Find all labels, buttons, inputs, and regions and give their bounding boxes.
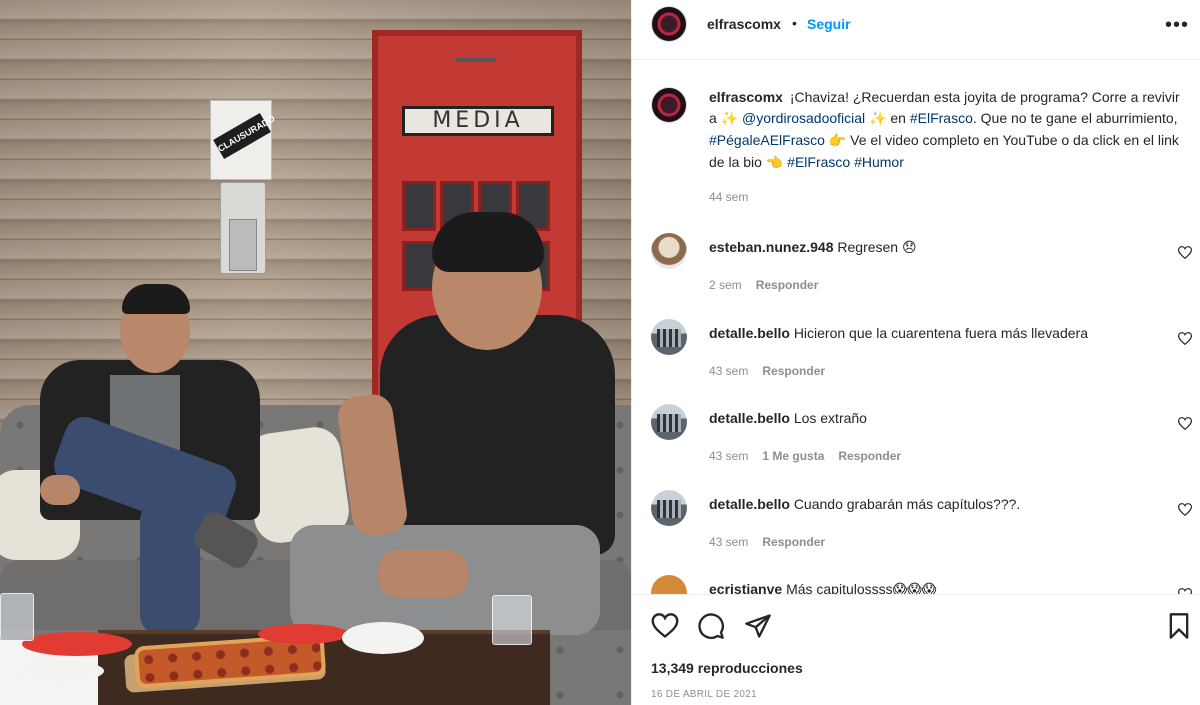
hashtag-link[interactable]: #Humor	[854, 154, 904, 170]
comment-item: detalle.bello Los extraño 43 sem 1 Me gus…	[632, 404, 1200, 484]
like-comment-heart-icon[interactable]	[1178, 417, 1192, 430]
comment-timestamp[interactable]: 43 sem	[709, 449, 748, 463]
like-comment-heart-icon[interactable]	[1178, 332, 1192, 345]
follow-button[interactable]: Seguir	[807, 16, 851, 32]
post-caption: elfrascomx ¡Chaviza! ¿Recuerdan esta joy…	[709, 89, 1180, 171]
comment-text: Cuando grabarán más capítulos???.	[793, 496, 1021, 512]
reply-button[interactable]: Responder	[762, 364, 825, 378]
commenter-username[interactable]: detalle.bello	[709, 410, 790, 426]
pointing-right-emoji: 👉	[828, 133, 847, 149]
post-actions-bar: 13,349 reproducciones 16 DE ABRIL DE 202…	[632, 594, 1200, 705]
comment-likes-count[interactable]: 1 Me gusta	[762, 449, 824, 463]
more-options-icon[interactable]: •••	[1165, 14, 1189, 37]
caption-username[interactable]: elfrascomx	[709, 89, 783, 105]
commenter-avatar[interactable]	[651, 490, 687, 526]
reply-button[interactable]: Responder	[838, 449, 901, 463]
save-bookmark-icon[interactable]	[1165, 612, 1193, 640]
comment-item: ecristianve Más capitulossss😱😱😱	[632, 575, 1200, 594]
shocked-face-emoji: 😱😱😱	[892, 582, 937, 594]
commenter-username[interactable]: esteban.nunez.948	[709, 239, 834, 255]
comment-item: esteban.nunez.948 Regresen 😞 2 sem Respon…	[632, 233, 1200, 313]
light-switch	[220, 182, 266, 274]
media-logo	[456, 58, 496, 84]
comment-bubble-icon[interactable]	[697, 612, 725, 640]
comment-item: detalle.bello Cuando grabarán más capítu…	[632, 490, 1200, 570]
commenter-avatar[interactable]	[651, 233, 687, 269]
instagram-post: CLAUSURADO MEDIA elfrascomx • Seguir •••…	[0, 0, 1200, 705]
author-avatar[interactable]	[651, 6, 687, 42]
like-heart-icon[interactable]	[651, 612, 679, 640]
hashtag-link[interactable]: #PégaleAElFrasco	[709, 132, 825, 148]
like-comment-heart-icon[interactable]	[1178, 503, 1192, 516]
pointing-left-emoji: 👈	[765, 155, 784, 171]
views-count[interactable]: 13,349 reproducciones	[651, 660, 803, 676]
door-sign: MEDIA	[402, 106, 554, 136]
commenter-avatar[interactable]	[651, 319, 687, 355]
comment-text: Regresen	[837, 239, 899, 255]
comment-timestamp[interactable]: 43 sem	[709, 535, 748, 549]
like-comment-heart-icon[interactable]	[1178, 246, 1192, 259]
sad-face-emoji: 😞	[901, 240, 917, 256]
post-header: elfrascomx • Seguir •••	[632, 0, 1200, 60]
separator-dot: •	[792, 15, 797, 31]
post-video[interactable]: CLAUSURADO MEDIA	[0, 0, 631, 705]
post-date[interactable]: 16 DE ABRIL DE 2021	[651, 689, 757, 700]
caption-timestamp[interactable]: 44 sem	[709, 190, 748, 204]
commenter-username[interactable]: detalle.bello	[709, 325, 790, 341]
comment-timestamp[interactable]: 43 sem	[709, 364, 748, 378]
reply-button[interactable]: Responder	[762, 535, 825, 549]
commenter-username[interactable]: detalle.bello	[709, 496, 790, 512]
caption-author-avatar[interactable]	[651, 87, 687, 123]
comment-text: Los extraño	[793, 410, 867, 426]
commenter-avatar[interactable]	[651, 575, 687, 594]
clausurado-sign-text: CLAUSURADO	[213, 112, 277, 160]
clausurado-sign: CLAUSURADO	[210, 100, 277, 180]
comment-item: detalle.bello Hicieron que la cuarentena…	[632, 319, 1200, 399]
reply-button[interactable]: Responder	[756, 278, 819, 292]
post-side-panel: elfrascomx • Seguir ••• elfrascomx ¡Chav…	[631, 0, 1200, 705]
commenter-avatar[interactable]	[651, 404, 687, 440]
comment-text: Más capitulossss	[786, 581, 893, 594]
author-username[interactable]: elfrascomx	[707, 16, 781, 32]
commenter-username[interactable]: ecristianve	[709, 581, 782, 594]
sparkles-emoji: ✨	[869, 111, 887, 127]
comment-timestamp[interactable]: 2 sem	[709, 278, 742, 292]
share-paper-plane-icon[interactable]	[744, 612, 772, 640]
mention-link[interactable]: @yordirosadooficial	[742, 110, 865, 126]
hashtag-link[interactable]: #ElFrasco	[787, 154, 850, 170]
comments-section[interactable]: elfrascomx ¡Chaviza! ¿Recuerdan esta joy…	[632, 60, 1200, 594]
comment-text: Hicieron que la cuarentena fuera más lle…	[793, 325, 1088, 341]
hashtag-link[interactable]: #ElFrasco	[910, 110, 973, 126]
sparkles-emoji: ✨	[720, 111, 739, 127]
